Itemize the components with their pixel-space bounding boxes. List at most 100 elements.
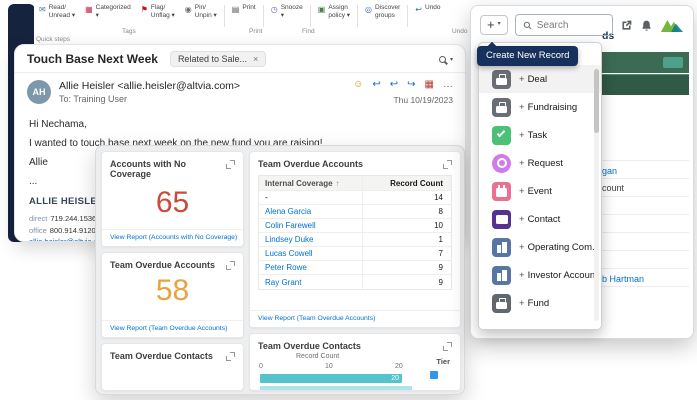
ribbon-separator [407,5,408,27]
global-search[interactable] [515,14,613,36]
menu-item-contact[interactable]: +Contact [479,205,601,233]
card-title: Team Overdue Accounts [258,159,363,169]
ribbon-separator [263,5,264,27]
groups-icon: ◎ [365,5,372,15]
row-divider [595,214,689,215]
table-row: Lindsey Duke1 [259,233,451,247]
coverage-link[interactable]: Colin Farewell [259,219,363,232]
ribbon-snooze-button[interactable]: ◷ Snooze▾ [266,4,308,21]
x-tick: 20 [395,363,403,370]
view-report-link[interactable]: View Report (Team Overdue Accounts) [250,310,460,327]
scrollbar-thumb[interactable] [594,69,599,133]
expand-icon[interactable] [226,261,235,270]
office-phone: 800.914.9120 [50,226,96,235]
salesforce-panel: + ▾ ds [470,5,694,339]
email-link[interactable]: allie.heisler@altvia.c... [29,237,104,242]
table-row: Ray Grant9 [259,275,451,289]
coverage-link[interactable]: Lucas Cowell [259,247,363,260]
ribbon-discover-groups-button[interactable]: ◎ Discovergroups [360,4,405,21]
coverage-link[interactable]: Ray Grant [259,275,363,289]
ribbon-read-unread-button[interactable]: ✉ Read/Unread ▾ [34,4,80,21]
investor-account-icon [492,266,511,285]
coverage-link[interactable]: Lindsey Duke [259,233,363,246]
view-report-link[interactable]: View Report (Team Overdue Accounts) [102,320,243,337]
deal-icon [492,70,511,89]
x-tick: 0 [259,363,263,370]
clipped-record-link[interactable]: b Hartman [602,274,644,284]
email-header: Touch Base Next Week Related to Sale... … [15,45,465,73]
expand-icon[interactable] [443,160,452,169]
zoom-control[interactable]: ▾ [439,56,453,63]
contact-icon [492,210,511,229]
row-divider [595,196,689,197]
fundraising-icon [492,98,511,117]
column-internal-coverage[interactable]: Internal Coverage↑ [259,176,363,190]
ribbon-group-print: Print [249,28,262,35]
coverage-link[interactable]: Alena Garcia [259,205,363,218]
menu-item-task[interactable]: +Task [479,121,601,149]
metric-value: 65 [102,186,243,220]
global-new-button[interactable]: + ▾ [480,15,508,36]
view-report-link[interactable]: View Report (Accounts with No Coverage) [102,229,243,246]
message-date: Thu 10/19/2023 [353,95,453,105]
expand-icon[interactable] [226,352,235,361]
legend-title: Tier [436,357,450,366]
ribbon-separator [224,5,225,27]
forward-icon[interactable]: ↪ [407,80,415,90]
column-record-count[interactable]: Record Count [363,179,451,188]
create-new-dropdown: +Deal +Fundraising +Task +Request +Event… [478,42,602,330]
search-input[interactable] [537,20,605,31]
row-divider [595,160,689,161]
row-divider [595,250,689,251]
related-tab[interactable]: Related to Sale... × [170,51,266,67]
magnifier-icon [439,56,446,63]
operating-company-icon [492,238,511,257]
menu-item-fund[interactable]: +Fund [479,289,601,317]
ribbon-print-button[interactable]: ▤ Print [227,4,261,15]
close-icon[interactable]: × [253,55,258,64]
message-actions: ☺ ↩ ↩ ↪ ▦ … [353,80,453,90]
request-icon [492,154,511,173]
more-actions-icon[interactable]: … [443,80,453,90]
menu-item-request[interactable]: +Request [479,149,601,177]
ribbon-flag-unflag-button[interactable]: ⚑ Flag/Unflag ▾ [136,4,180,21]
chevron-down-icon: ▾ [498,21,501,28]
reactions-icon[interactable]: ☺ [353,80,363,90]
printer-icon: ▤ [232,5,240,15]
bar-tier-1: 20 [260,374,402,383]
menu-item-deal[interactable]: +Deal [479,65,601,93]
menu-item-investor-account[interactable]: +Investor Account [479,261,601,289]
card-team-overdue-accounts-metric: Team Overdue Accounts 58 View Report (Te… [101,252,244,338]
menu-item-fundraising[interactable]: +Fundraising [479,93,601,121]
notification-bell-icon[interactable] [640,19,653,32]
table-row: Colin Farewell10 [259,219,451,233]
coverage-link[interactable]: Peter Rowe [259,261,363,274]
menu-item-event[interactable]: +Event [479,177,601,205]
dropdown-scrollbar[interactable] [594,67,599,321]
card-title: Team Overdue Accounts [110,260,215,270]
plus-icon: + [487,17,495,33]
ribbon-separator [310,5,311,27]
outlook-ribbon: ✉ Read/Unread ▾ ▦ Categorized▾ ⚑ Flag/Un… [34,0,504,44]
clipped-record-link[interactable]: gan [602,166,617,176]
expand-icon[interactable] [226,160,235,169]
ribbon-undo-button[interactable]: ↩ Undo [410,4,445,15]
row-divider [595,178,689,179]
apps-icon[interactable]: ▦ [425,80,434,90]
ribbon-pin-unpin-button[interactable]: ◉ Pin/Unpin ▾ [180,4,222,21]
reply-icon[interactable]: ↩ [372,80,380,90]
ribbon-categorized-button[interactable]: ▦ Categorized▾ [80,4,136,21]
clipped-record-text: count [602,183,624,193]
ribbon-group-undo: Undo [452,28,468,35]
expand-icon[interactable] [443,342,452,351]
card-title: Team Overdue Contacts [258,341,361,351]
ribbon-assign-policy-button[interactable]: ▣ Assignpolicy ▾ [313,4,355,21]
open-in-new-window-icon[interactable] [620,19,633,32]
x-tick: 10 [325,363,333,370]
menu-item-operating-company[interactable]: +Operating Com... [479,233,601,261]
bar-tier-2 [260,386,412,391]
row-divider [595,268,689,269]
reply-all-icon[interactable]: ↩ [390,80,398,90]
card-title: Team Overdue Contacts [110,351,213,361]
ribbon-label: Read/ [49,4,66,11]
